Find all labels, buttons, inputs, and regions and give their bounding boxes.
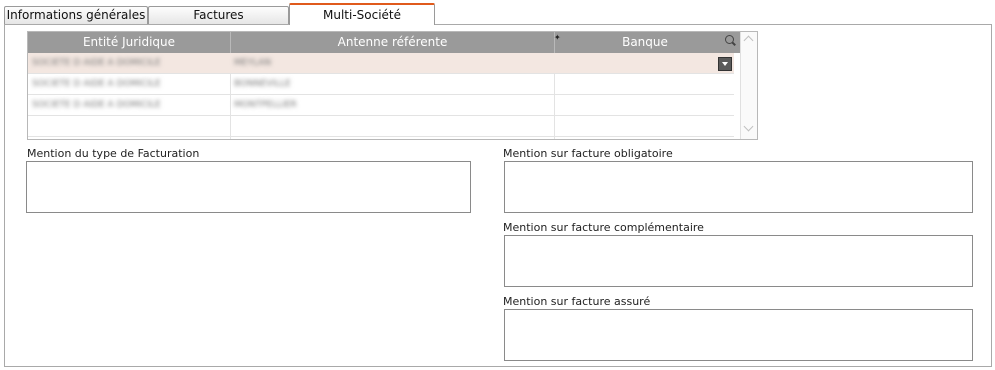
cell-antenne: MONTPELLIER <box>234 100 297 110</box>
mention-type-facturation-field[interactable] <box>26 161 471 213</box>
scroll-down-icon[interactable] <box>743 121 754 132</box>
vertical-scrollbar[interactable] <box>740 32 757 139</box>
label-mention-complementaire: Mention sur facture complémentaire <box>503 221 704 234</box>
column-header-entite[interactable]: Entité Juridique <box>28 32 231 53</box>
mention-assure-field[interactable] <box>504 309 973 361</box>
cell-antenne: MEYLAN <box>234 58 272 68</box>
table-row[interactable]: SOCIETE D AIDE A DOMICILE MONTPELLIER <box>28 95 734 116</box>
label-mention-obligatoire: Mention sur facture obligatoire <box>503 147 673 160</box>
scroll-up-icon[interactable] <box>743 35 754 46</box>
mention-obligatoire-field[interactable] <box>504 161 973 213</box>
mention-complementaire-field[interactable] <box>504 235 973 287</box>
table-row[interactable]: SOCIETE D AIDE A DOMICILE MEYLAN <box>28 53 734 74</box>
label-mention-assure: Mention sur facture assuré <box>503 295 651 308</box>
column-header-antenne[interactable]: Antenne référente <box>231 32 555 53</box>
cell-entite: SOCIETE D AIDE A DOMICILE <box>32 79 161 89</box>
column-header-banque[interactable]: Banque <box>555 32 735 53</box>
table-row[interactable]: SOCIETE D AIDE A DOMICILE BONNEVILLE <box>28 74 734 95</box>
label-mention-type-facturation: Mention du type de Facturation <box>27 147 200 160</box>
search-icon[interactable] <box>725 35 734 44</box>
tab-informations-generales[interactable]: Informations générales <box>4 6 148 24</box>
cell-antenne: BONNEVILLE <box>234 79 291 89</box>
tab-factures[interactable]: Factures <box>148 6 289 24</box>
cell-entite: SOCIETE D AIDE A DOMICILE <box>32 100 161 110</box>
multi-societe-grid: Entité Juridique Antenne référente Banqu… <box>27 31 758 140</box>
cell-entite: SOCIETE D AIDE A DOMICILE <box>32 58 161 68</box>
sort-icon: ✦ <box>554 33 561 42</box>
banque-dropdown-button[interactable] <box>718 57 732 71</box>
table-row-empty <box>28 116 734 137</box>
tab-multi-societe[interactable]: Multi-Société <box>289 3 435 25</box>
grid-header: Entité Juridique Antenne référente Banqu… <box>28 32 740 53</box>
